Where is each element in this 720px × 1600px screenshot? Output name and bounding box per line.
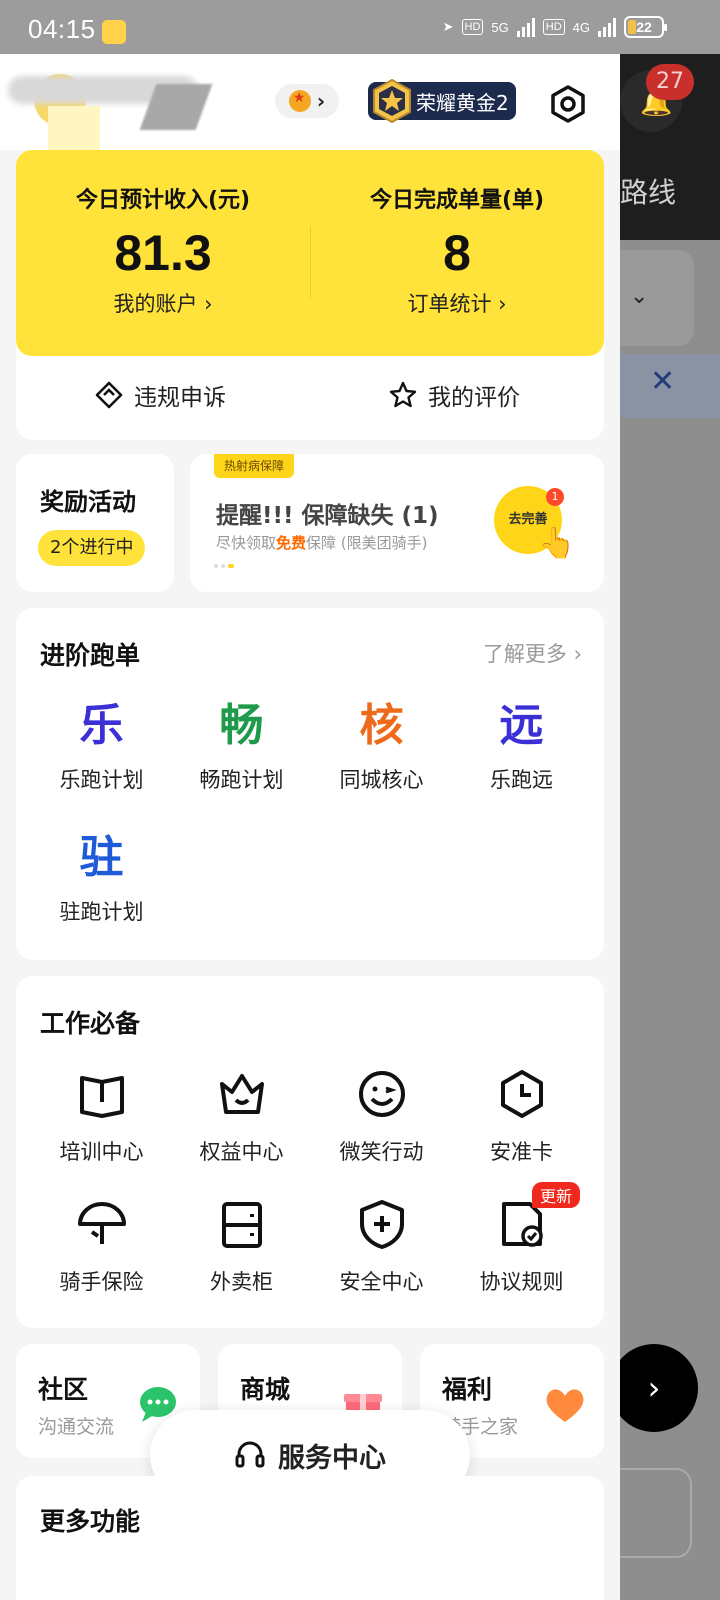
plan-glyph-icon: 驻 [79, 832, 124, 883]
network-label-2: 4G [572, 19, 590, 35]
orders-label: 今日完成单量(单) [369, 188, 545, 213]
advanced-item-4[interactable]: 驻驻跑计划 [28, 830, 175, 926]
banner-title: 提醒!!! 保障缺失 (1) [216, 503, 439, 529]
background-page: 🔔 27 路线 ⌄ ✕ › [620, 54, 720, 1600]
advanced-item-label: 畅跑计划 [199, 768, 284, 792]
star-icon [389, 381, 417, 408]
hd-badge-2: HD [542, 19, 565, 35]
location-icon: ➤ [442, 19, 454, 34]
work-item-2[interactable]: 微笑行动 [308, 1066, 455, 1166]
locker-icon [221, 1202, 262, 1248]
income-column[interactable]: 今日预计收入(元) 81.3 我的账户 › [16, 182, 310, 318]
plan-glyph-icon: 远 [499, 700, 544, 751]
work-item-6[interactable]: 安全中心 [308, 1196, 455, 1296]
work-item-label: 权益中心 [199, 1140, 284, 1164]
orders-column[interactable]: 今日完成单量(单) 8 订单统计 › [310, 182, 604, 318]
side-drawer: › 荣耀黄金2 今日预计收入(元) 81.3 我的账户 › 今日完成单量(单) … [0, 54, 620, 1600]
heart-icon [546, 1389, 584, 1422]
book-icon [79, 1076, 124, 1118]
learn-more-link[interactable]: 了解更多 › [483, 638, 582, 668]
insurance-banner[interactable]: 热射病保障 提醒!!! 保障缺失 (1) 尽快领取免费保障 (限美团骑手) 去完… [190, 454, 604, 592]
advanced-item-3[interactable]: 远乐跑远 [448, 698, 595, 794]
advanced-item-0[interactable]: 乐乐跑计划 [28, 698, 175, 794]
advanced-item-label: 驻跑计划 [59, 900, 144, 924]
orders-value: 8 [443, 225, 471, 281]
work-title: 工作必备 [40, 1009, 141, 1038]
order-stats-link[interactable]: 订单统计 › [310, 288, 604, 318]
advanced-item-label: 同城核心 [339, 768, 424, 792]
banner-count-badge: 1 [546, 488, 564, 506]
status-bar: 04:15 ➤ HD 5G HD 4G 22 [0, 0, 720, 54]
signal-icon [516, 17, 535, 37]
headset-icon [235, 1441, 265, 1468]
app-notification-icon [102, 20, 126, 44]
more-functions-section: 更多功能 [16, 1476, 604, 1600]
plan-glyph-icon: 核 [359, 700, 404, 751]
work-item-label: 微笑行动 [339, 1140, 424, 1164]
work-item-5[interactable]: 外卖柜 [168, 1196, 315, 1296]
plan-glyph-icon: 乐 [79, 700, 124, 751]
status-icons: ➤ HD 5G HD 4G 22 [442, 16, 667, 38]
work-item-1[interactable]: 权益中心 [168, 1066, 315, 1166]
work-item-3[interactable]: 安准卡 [448, 1066, 595, 1166]
coin-icon [288, 90, 311, 112]
banner-tag: 热射病保障 [214, 454, 295, 478]
medal-icon [373, 78, 411, 124]
level-badge[interactable]: 荣耀黄金2 [368, 78, 516, 124]
banner-subtitle: 尽快领取免费保障 (限美团骑手) [216, 534, 428, 552]
income-label: 今日预计收入(元) [75, 188, 251, 213]
level-title: 荣耀黄金2 [416, 90, 509, 115]
work-item-7[interactable]: 协议规则 更新 [448, 1182, 595, 1296]
work-item-4[interactable]: 骑手保险 [28, 1196, 175, 1296]
smile-icon [358, 1071, 405, 1117]
work-item-label: 培训中心 [59, 1140, 144, 1164]
work-essentials-section: 工作必备 培训中心 权益中心 微笑行动 安准卡骑手保险 外卖柜 安全中心 协议规则 更新 [16, 976, 604, 1328]
update-badge: 更新 [532, 1182, 581, 1208]
income-value: 81.3 [114, 225, 212, 281]
crown-icon [219, 1074, 264, 1114]
status-time: 04:15 [28, 14, 96, 44]
plan-glyph-icon: 畅 [219, 700, 264, 751]
work-item-label: 外卖柜 [210, 1270, 273, 1294]
coins-button[interactable]: › [275, 84, 339, 118]
appeal-button[interactable]: 违规申诉 [94, 378, 226, 412]
carousel-dots [214, 564, 234, 568]
signal-icon-2 [598, 17, 616, 37]
work-item-label: 安准卡 [490, 1140, 553, 1164]
my-account-link[interactable]: 我的账户 › [16, 288, 310, 318]
network-label: 5G [491, 19, 509, 35]
my-review-button[interactable]: 我的评价 [388, 378, 520, 412]
work-item-label: 协议规则 [479, 1270, 564, 1294]
settings-icon[interactable] [548, 84, 588, 124]
advanced-item-1[interactable]: 畅畅跑计划 [168, 698, 315, 794]
reward-count-pill: 2个进行中 [38, 530, 146, 566]
advanced-section: 进阶跑单 了解更多 › 乐乐跑计划畅畅跑计划核同城核心远乐跑远驻驻跑计划 [16, 608, 604, 960]
advanced-item-2[interactable]: 核同城核心 [308, 698, 455, 794]
advanced-item-label: 乐跑计划 [59, 768, 144, 792]
close-icon: ✕ [650, 364, 676, 399]
umbrella-icon [77, 1202, 126, 1244]
advanced-item-label: 乐跑远 [490, 768, 553, 792]
background-next-button: › [620, 1344, 698, 1432]
reward-activities-card[interactable]: 奖励活动 2个进行中 [16, 454, 174, 592]
more-functions-title: 更多功能 [40, 1507, 141, 1536]
work-item-label: 骑手保险 [59, 1270, 144, 1294]
chevron-right-icon: › [316, 89, 326, 113]
work-item-label: 安全中心 [339, 1270, 424, 1294]
income-card: 今日预计收入(元) 81.3 我的账户 › 今日完成单量(单) 8 订单统计 ›… [16, 150, 604, 440]
clock-icon [500, 1070, 543, 1118]
battery-icon: 22 [624, 16, 667, 38]
advanced-title: 进阶跑单 [40, 641, 141, 670]
notification-count-badge: 27 [646, 64, 694, 100]
chevron-down-icon: ⌄ [630, 284, 649, 309]
work-item-0[interactable]: 培训中心 [28, 1066, 175, 1166]
appeal-icon [95, 381, 123, 409]
pointing-hand-icon: 👆 [538, 526, 576, 561]
route-label: 路线 [620, 176, 677, 209]
reward-title: 奖励活动 [40, 488, 136, 516]
shield-plus-icon [359, 1200, 404, 1249]
drawer-header: › 荣耀黄金2 [0, 54, 620, 150]
hd-badge: HD [461, 19, 484, 35]
